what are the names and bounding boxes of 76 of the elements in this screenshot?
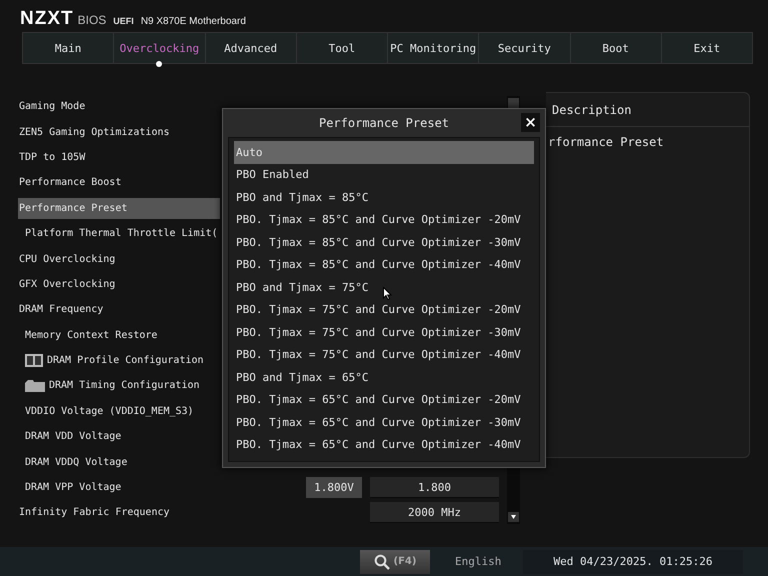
firmware-label: UEFI (113, 16, 134, 26)
preset-option[interactable]: PBO. Tjmax = 75°C and Curve Optimizer -40mV (234, 344, 534, 366)
mouse-pointer-icon (383, 287, 392, 300)
setting-label: DRAM Frequency (19, 304, 104, 316)
setting-label: GFX Overclocking (19, 278, 116, 290)
preset-option[interactable]: PBO. Tjmax = 65°C and Curve Optimizer -30mV (234, 411, 534, 434)
product-name: BIOS (78, 13, 106, 27)
setting-label: ZEN5 Gaming Optimizations (19, 126, 170, 138)
current-value: 1.800V (306, 477, 362, 498)
preset-option[interactable]: PBO Enabled (234, 164, 534, 186)
close-button[interactable]: × (521, 113, 540, 132)
setting-value-field[interactable]: 1.800 (370, 477, 499, 498)
setting-item[interactable]: CPU Overclocking (18, 248, 116, 270)
setting-label: DRAM Profile Configuration (47, 355, 204, 366)
preset-option[interactable]: PBO. Tjmax = 75°C and Curve Optimizer -30mV (234, 321, 534, 344)
search-icon (374, 554, 390, 570)
preset-option[interactable]: PBO and Tjmax = 65°C (234, 366, 534, 388)
preset-option[interactable]: PBO. Tjmax = 85°C and Curve Optimizer -40mV (234, 254, 534, 276)
date-time: Wed 04/23/2025. 01:25:26 (523, 550, 743, 574)
setting-item[interactable]: DRAM VDD Voltage (18, 426, 122, 448)
setting-label: Performance Boost (19, 177, 122, 188)
setting-label: Gaming Mode (19, 101, 86, 112)
setting-label: Performance Preset (19, 202, 128, 214)
setting-item[interactable]: DRAM Timing Configuration (18, 375, 200, 396)
preset-option[interactable]: PBO. Tjmax = 65°C and Curve Optimizer -40mV (234, 434, 534, 456)
setting-label: DRAM VDD Voltage (25, 431, 122, 442)
preset-option[interactable]: PBO and Tjmax = 85°C (234, 186, 534, 208)
preset-option[interactable]: PBO. Tjmax = 65°C and Curve Optimizer -20mV (234, 388, 534, 411)
setting-item[interactable]: TDP to 105W (18, 146, 86, 168)
setting-item[interactable]: VDDIO Voltage (VDDIO_MEM_S3) (18, 400, 194, 422)
setting-item[interactable]: DRAM Frequency (18, 299, 104, 320)
motherboard-model: N9 X870E Motherboard (140, 16, 246, 27)
setting-item[interactable]: GFX Overclocking (18, 274, 116, 295)
search-button[interactable]: (F4) (360, 550, 430, 574)
setting-item[interactable]: Memory Context Restore (18, 324, 158, 346)
folder-icon (25, 379, 45, 392)
setting-item[interactable]: Performance Preset (18, 198, 220, 219)
preset-option[interactable]: PBO. Tjmax = 75°C and Curve Optimizer -20mV (234, 298, 534, 321)
menu-tab[interactable]: Security (479, 33, 570, 63)
preset-option[interactable]: PBO. Tjmax = 85°C and Curve Optimizer -20mV (234, 208, 534, 231)
description-title: Description (552, 102, 632, 116)
setting-item[interactable]: DRAM VPP Voltage (18, 477, 122, 498)
description-text: rformance Preset (547, 134, 665, 151)
scroll-down-icon[interactable] (508, 512, 519, 522)
setting-label: CPU Overclocking (19, 254, 116, 265)
language-selector[interactable]: English (455, 555, 515, 568)
memory-module-icon (25, 354, 43, 368)
menu-tab[interactable]: Advanced (206, 33, 297, 63)
setting-label: DRAM VDDQ Voltage (25, 456, 128, 468)
setting-value-field[interactable]: 2000 MHz (370, 502, 499, 524)
setting-item[interactable]: Infinity Fabric Frequency (18, 502, 170, 524)
setting-item[interactable]: Gaming Mode (18, 96, 86, 118)
menu-tab[interactable]: Main (23, 33, 114, 63)
setting-label: TDP to 105W (19, 152, 86, 163)
brand-logo: NZXT (20, 8, 74, 30)
menu-tab[interactable]: PC Monitoring (388, 33, 480, 63)
setting-item[interactable]: DRAM Profile Configuration (18, 350, 204, 372)
setting-label: DRAM Timing Configuration (49, 380, 200, 392)
setting-item[interactable]: Performance Boost (18, 172, 122, 194)
setting-label: Infinity Fabric Frequency (19, 507, 170, 518)
setting-label: Memory Context Restore (25, 330, 158, 341)
setting-item[interactable]: DRAM VDDQ Voltage (18, 452, 128, 473)
setting-label: Platform Thermal Throttle Limit( (25, 228, 218, 240)
preset-option[interactable]: PBO. Tjmax = 85°C and Curve Optimizer -30mV (234, 231, 534, 254)
setting-item[interactable]: ZEN5 Gaming Optimizations (18, 122, 170, 143)
menu-tab[interactable]: Overclocking (114, 33, 206, 63)
preset-option[interactable]: PBO and Tjmax = 75°C (234, 276, 534, 298)
setting-label: DRAM VPP Voltage (25, 482, 122, 494)
preset-option[interactable]: Auto (234, 141, 534, 164)
setting-label: VDDIO Voltage (VDDIO_MEM_S3) (25, 406, 194, 417)
dialog-title: Performance Preset (318, 116, 450, 130)
setting-item[interactable]: Platform Thermal Throttle Limit( (18, 223, 218, 244)
active-tab-dot (156, 61, 162, 67)
menu-tab[interactable]: Boot (570, 33, 662, 63)
menu-tab[interactable]: Exit (662, 33, 752, 63)
menu-tab[interactable]: Tool (296, 33, 388, 63)
